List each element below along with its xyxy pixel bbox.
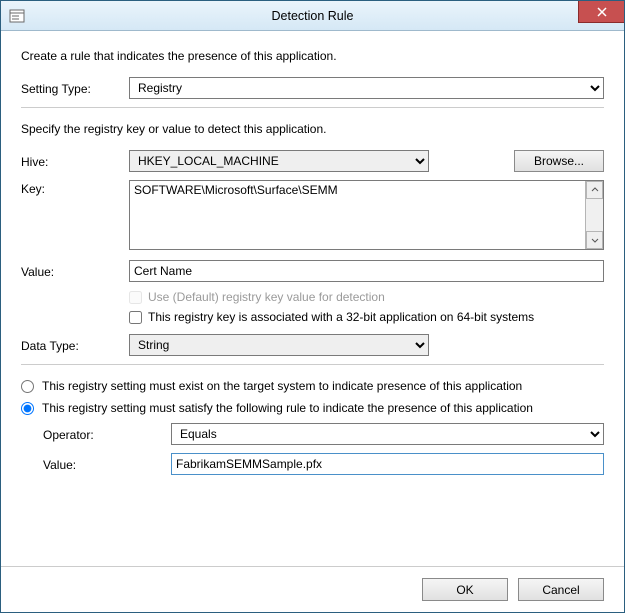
separator-2 [21, 364, 604, 365]
operator-select[interactable]: Equals [171, 423, 604, 445]
specify-text: Specify the registry key or value to det… [21, 122, 604, 136]
chevron-up-icon [591, 186, 599, 194]
data-type-label: Data Type: [21, 337, 129, 353]
use-default-checkbox [129, 291, 142, 304]
key-spin-track [586, 199, 603, 231]
assoc-32bit-label: This registry key is associated with a 3… [148, 310, 534, 324]
key-spin-down[interactable] [586, 231, 603, 249]
setting-type-select[interactable]: Registry [129, 77, 604, 99]
key-spinner [585, 181, 603, 249]
data-type-select[interactable]: String [129, 334, 429, 356]
ok-button[interactable]: OK [422, 578, 508, 601]
hive-select[interactable]: HKEY_LOCAL_MACHINE [129, 150, 429, 172]
browse-button[interactable]: Browse... [514, 150, 604, 172]
operator-label: Operator: [21, 426, 171, 442]
separator [21, 107, 604, 108]
key-input[interactable]: SOFTWARE\Microsoft\Surface\SEMM [129, 180, 604, 250]
radio-satisfy-rule-label: This registry setting must satisfy the f… [42, 401, 533, 415]
key-label: Key: [21, 180, 129, 196]
radio-satisfy-rule[interactable] [21, 402, 34, 415]
value-label: Value: [21, 263, 129, 279]
radio-must-exist-label: This registry setting must exist on the … [42, 379, 522, 393]
app-icon [9, 8, 25, 24]
rule-value-input[interactable] [171, 453, 604, 475]
key-spin-up[interactable] [586, 181, 603, 199]
dialog-title: Detection Rule [1, 9, 624, 23]
value-input[interactable] [129, 260, 604, 282]
intro-text: Create a rule that indicates the presenc… [21, 49, 604, 63]
chevron-down-icon [591, 236, 599, 244]
use-default-label: Use (Default) registry key value for det… [148, 290, 385, 304]
close-button[interactable] [578, 1, 624, 23]
assoc-32bit-checkbox[interactable] [129, 311, 142, 324]
setting-type-label: Setting Type: [21, 80, 129, 96]
hive-label: Hive: [21, 153, 129, 169]
radio-must-exist[interactable] [21, 380, 34, 393]
dialog-content: Create a rule that indicates the presenc… [1, 31, 624, 566]
titlebar: Detection Rule [1, 1, 624, 31]
detection-rule-dialog: Detection Rule Create a rule that indica… [0, 0, 625, 613]
close-icon [597, 7, 607, 17]
key-value: SOFTWARE\Microsoft\Surface\SEMM [134, 183, 338, 197]
rule-value-label: Value: [21, 456, 171, 472]
dialog-footer: OK Cancel [1, 566, 624, 612]
cancel-button[interactable]: Cancel [518, 578, 604, 601]
